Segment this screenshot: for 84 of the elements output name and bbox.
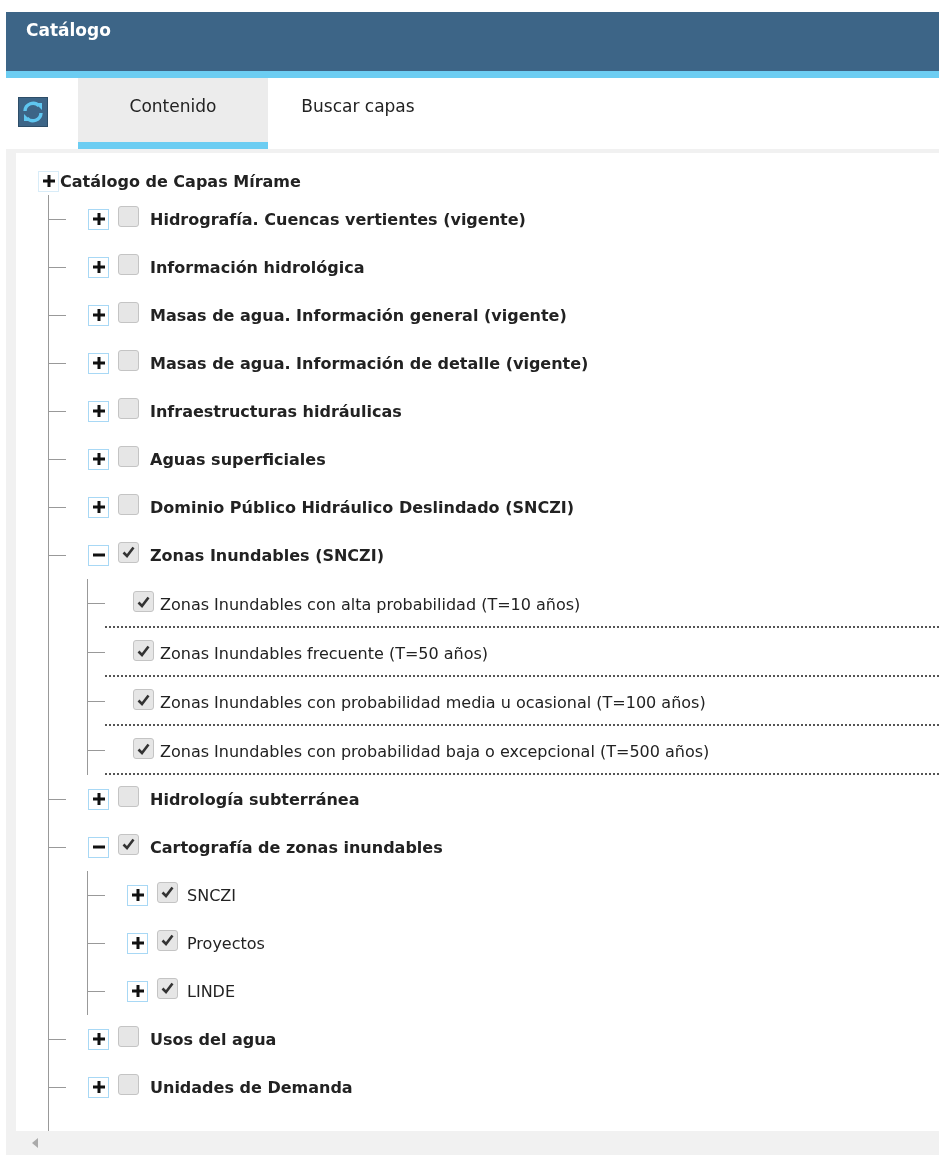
expand-toggle[interactable]: [88, 256, 109, 278]
group-label: SNCZI: [187, 885, 236, 905]
catalog-root-label: Catálogo de Capas Mírame: [60, 171, 301, 191]
group-label: Masas de agua. Información general (vigente): [150, 305, 567, 325]
group-label: Usos del agua: [150, 1029, 277, 1049]
expand-toggle[interactable]: [127, 980, 148, 1002]
check-icon: [137, 693, 150, 706]
expand-toggle[interactable]: [88, 400, 109, 422]
layer-checkbox[interactable]: [133, 738, 154, 759]
group-label: Zonas Inundables (SNCZI): [150, 545, 384, 565]
expand-toggle[interactable]: [88, 1028, 109, 1050]
plus-icon: [91, 260, 106, 274]
expand-toggle[interactable]: [38, 170, 59, 192]
group-label: Hidrografía. Cuencas vertientes (vigente): [150, 209, 526, 229]
tab[interactable]: Contenido: [78, 77, 268, 149]
plus-icon: [91, 452, 106, 466]
layer-label: Zonas Inundables con alta probabilidad (T=10 años): [160, 595, 581, 614]
plus-icon: [41, 174, 56, 188]
panel-title: Catálogo: [26, 20, 111, 40]
plus-icon: [91, 1080, 106, 1094]
plus-icon: [91, 404, 106, 418]
layer-checkbox[interactable]: [118, 253, 139, 275]
plus-icon: [91, 212, 106, 226]
plus-icon: [130, 984, 145, 998]
layer-checkbox[interactable]: [133, 689, 154, 710]
minus-icon: [91, 553, 106, 557]
expand-toggle[interactable]: [88, 352, 109, 374]
layer-checkbox[interactable]: [157, 929, 178, 951]
group-label: Unidades de Demanda: [150, 1077, 353, 1097]
layer-checkbox[interactable]: [133, 640, 154, 661]
layer-checkbox[interactable]: [118, 833, 139, 855]
group-label: Dominio Público Hidráulico Deslindado (SNCZI): [150, 497, 574, 517]
check-icon: [122, 546, 135, 558]
check-icon: [161, 982, 174, 994]
layer-checkbox[interactable]: [118, 205, 139, 227]
expand-toggle[interactable]: [88, 788, 109, 810]
plus-icon: [91, 792, 106, 806]
group-label: Proyectos: [187, 933, 265, 953]
plus-icon: [91, 1032, 106, 1046]
plus-icon: [91, 308, 106, 322]
check-icon: [161, 886, 174, 898]
minus-icon: [91, 845, 106, 849]
layer-checkbox[interactable]: [118, 349, 139, 371]
layer-checkbox[interactable]: [118, 1025, 139, 1047]
check-icon: [137, 595, 150, 608]
plus-icon: [130, 936, 145, 950]
expand-toggle[interactable]: [127, 932, 148, 954]
layer-label: Zonas Inundables frecuente (T=50 años): [160, 644, 489, 663]
check-icon: [122, 838, 135, 850]
group-label: LINDE: [187, 981, 236, 1001]
layer-checkbox[interactable]: [118, 1073, 139, 1095]
layer-label: Zonas Inundables con probabilidad media u ocasional (T=100 años): [160, 693, 706, 712]
layer-checkbox[interactable]: [118, 445, 139, 467]
expand-toggle[interactable]: [88, 448, 109, 470]
layer-checkbox[interactable]: [118, 785, 139, 807]
layer-checkbox[interactable]: [118, 397, 139, 419]
expand-toggle[interactable]: [127, 884, 148, 906]
expand-toggle[interactable]: [88, 544, 109, 566]
check-icon: [137, 742, 150, 755]
expand-toggle[interactable]: [88, 1076, 109, 1098]
check-icon: [161, 934, 174, 946]
plus-icon: [130, 888, 145, 902]
refresh-icon: [21, 99, 45, 124]
expand-toggle[interactable]: [88, 836, 109, 858]
group-label: Hidrología subterránea: [150, 789, 360, 809]
plus-icon: [91, 356, 106, 370]
layer-checkbox[interactable]: [157, 977, 178, 999]
group-label: Infraestructuras hidráulicas: [150, 401, 402, 421]
group-label: Cartografía de zonas inundables: [150, 837, 443, 857]
expand-toggle[interactable]: [88, 208, 109, 230]
layer-label: Zonas Inundables con probabilidad baja o excepcional (T=500 años): [160, 742, 710, 761]
expand-toggle[interactable]: [88, 496, 109, 518]
layer-checkbox[interactable]: [118, 541, 139, 563]
expand-toggle[interactable]: [88, 304, 109, 326]
group-label: Información hidrológica: [150, 257, 365, 277]
layer-checkbox[interactable]: [133, 591, 154, 612]
layer-checkbox[interactable]: [118, 301, 139, 323]
group-label: Aguas superficiales: [150, 449, 326, 469]
check-icon: [137, 644, 150, 657]
plus-icon: [91, 500, 106, 514]
refresh-button[interactable]: [18, 96, 48, 127]
layer-checkbox[interactable]: [157, 881, 178, 903]
group-label: Masas de agua. Información de detalle (vigente): [150, 353, 589, 373]
layer-checkbox[interactable]: [118, 493, 139, 515]
